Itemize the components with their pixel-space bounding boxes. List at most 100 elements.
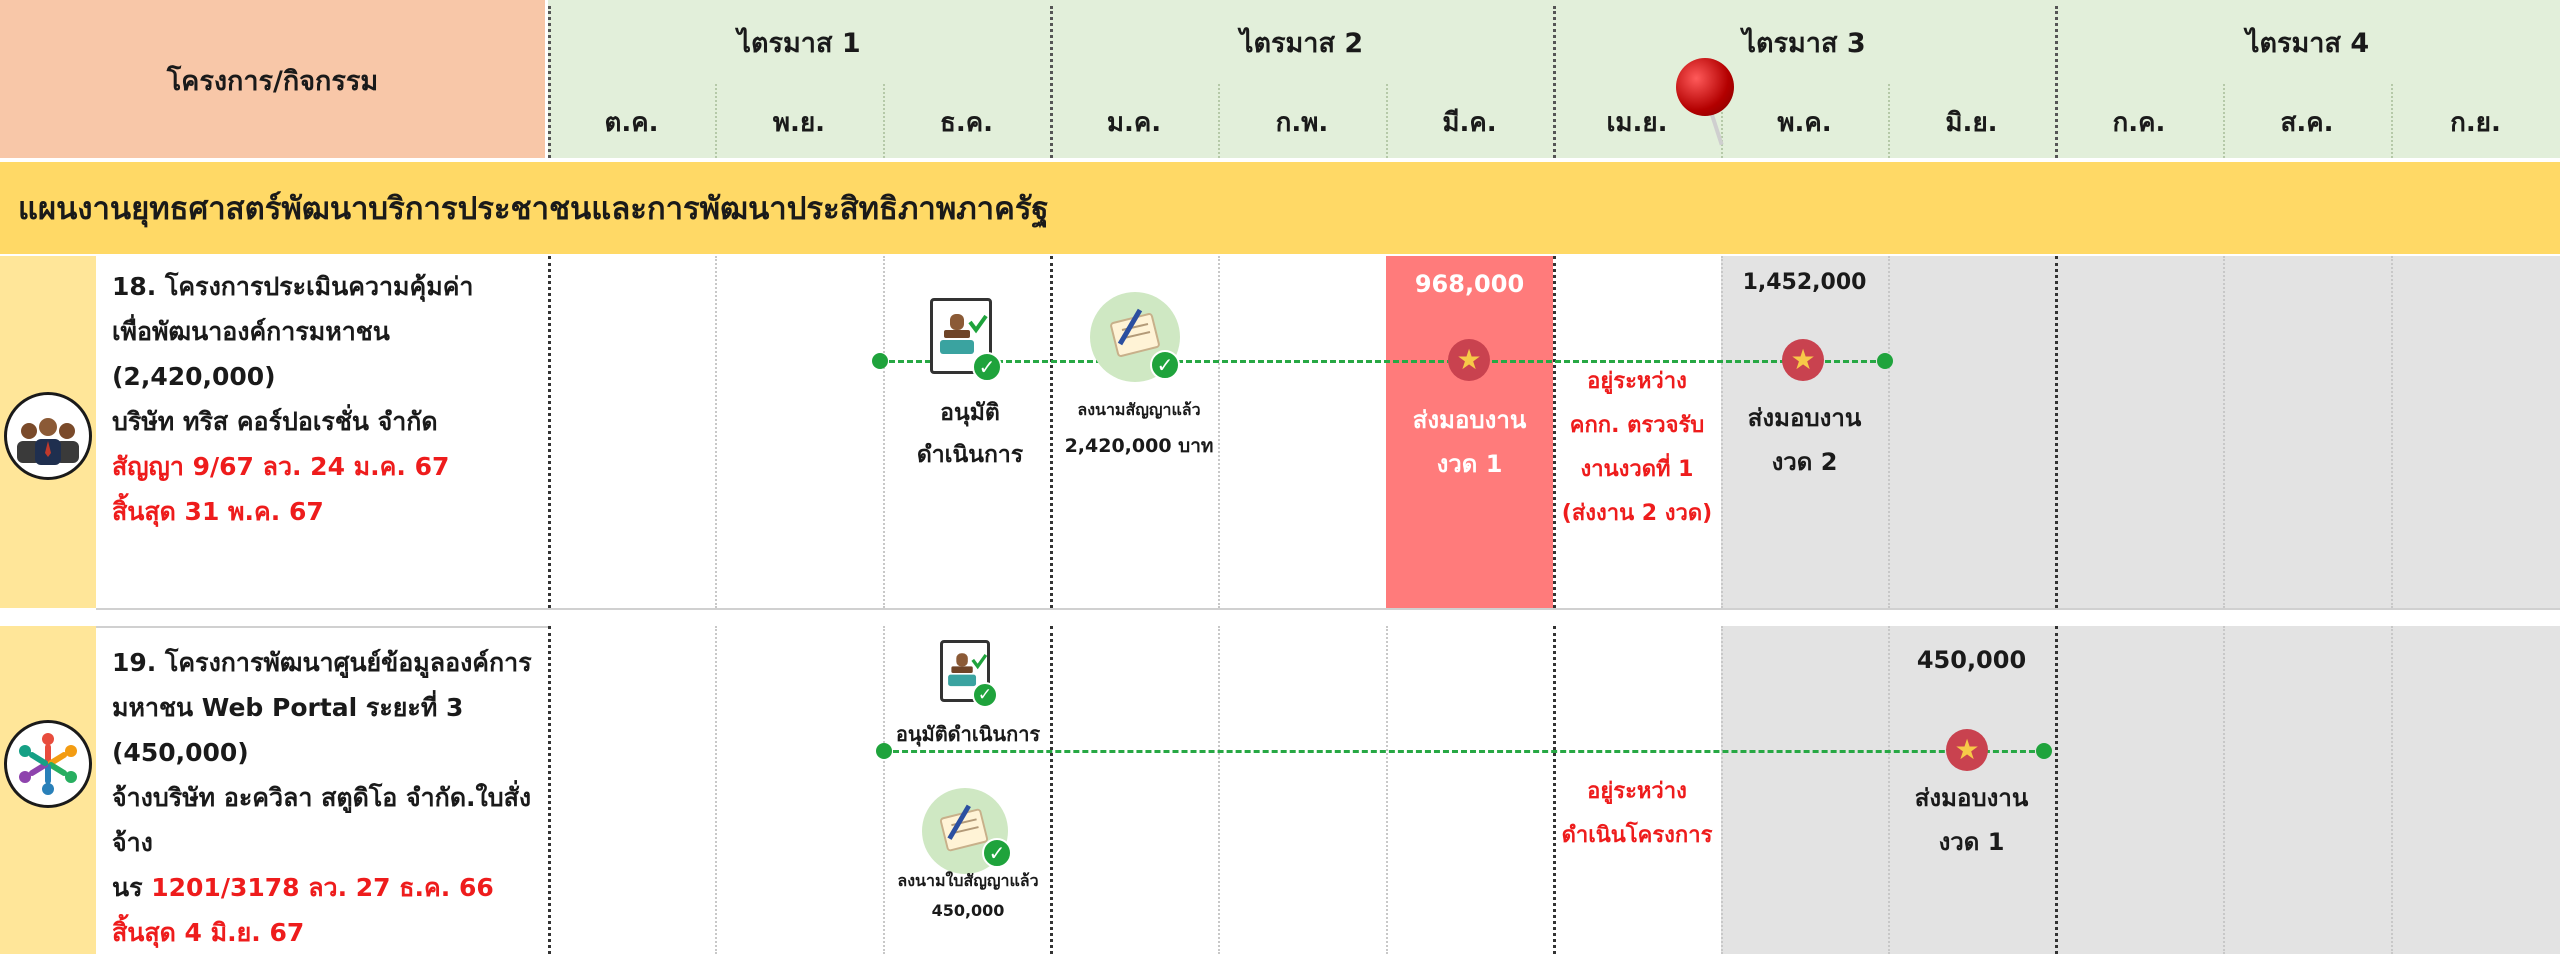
status-text: คกก. ตรวจรับ	[1569, 413, 1705, 438]
row-separator	[96, 626, 548, 628]
row-separator	[96, 608, 2560, 610]
header-divider	[1888, 84, 1890, 158]
header-divider	[1218, 84, 1220, 158]
month-nov-header: พ.ย.	[715, 84, 883, 160]
timeline-end-dot	[1877, 353, 1893, 369]
business-people-icon	[4, 392, 92, 480]
project-18-status: อยู่ระหว่าง คกก. ตรวจรับ งานงวดที่ 1 (ส่…	[1553, 360, 1721, 536]
project-18-deliver-1: ส่งมอบงาน งวด 1	[1386, 398, 1553, 486]
deliver-text: ส่งมอบงาน	[1914, 784, 2029, 812]
project-19-deliver-1: ส่งมอบงาน งวด 1	[1888, 776, 2055, 864]
grid-line	[548, 256, 551, 608]
grid-line	[1050, 256, 1053, 608]
signed-amount: 2,420,000 บาท	[1064, 435, 1214, 457]
grid-line	[1218, 256, 1220, 608]
star-icon: ★	[1448, 339, 1490, 381]
header-divider	[1553, 6, 1556, 158]
project-19-signed-label: ลงนามใบสัญญาแล้ว 450,000	[883, 866, 1053, 926]
project-19-status: อยู่ระหว่าง ดำเนินโครงการ	[1553, 770, 1721, 858]
grid-line	[1721, 626, 1723, 954]
deliver-text: งวด 2	[1771, 448, 1838, 476]
quarter-1-header: ไตรมาส 1	[548, 0, 1050, 84]
month-feb-header: ก.พ.	[1218, 84, 1386, 160]
grid-line	[2223, 256, 2225, 608]
status-text: อยู่ระหว่าง	[1587, 369, 1687, 394]
project-18-amount-march: 968,000	[1414, 270, 1525, 298]
grid-line	[2223, 626, 2225, 954]
project-18-details: 18. โครงการประเมินความคุ้มค่า เพื่อพัฒนา…	[112, 264, 542, 534]
project-19-contractor: จ้างบริษัท อะควิลา สตูดิโอ จำกัด.ใบสั่งจ…	[112, 783, 532, 857]
header-divider	[2391, 84, 2393, 158]
status-text: อยู่ระหว่าง	[1587, 779, 1687, 804]
header-divider	[2055, 6, 2058, 158]
project-19-end-date: สิ้นสุด 4 มิ.ย. 67	[112, 918, 305, 947]
grid-line	[548, 626, 551, 954]
project-19-title-cont: มหาชน Web Portal ระยะที่ 3	[112, 693, 464, 722]
star-icon: ★	[1946, 729, 1988, 771]
month-oct-header: ต.ค.	[548, 84, 715, 160]
deliver-text: งวด 1	[1938, 828, 2005, 856]
team-people-icon	[4, 720, 92, 808]
order-prefix: นร	[112, 873, 152, 902]
approved-document-icon: ✓	[936, 638, 1002, 710]
project-18-approve-label: อนุมัติ ดำเนินการ	[900, 392, 1040, 476]
header-divider	[883, 84, 885, 158]
grid-line	[715, 256, 717, 608]
month-jun-header: มิ.ย.	[1888, 84, 2055, 160]
project-18-contractor: บริษัท ทริส คอร์ปอเรชั่น จำกัด	[112, 407, 438, 436]
deliver-text: ส่งมอบงาน	[1412, 406, 1527, 434]
header-divider	[548, 6, 551, 158]
month-aug-header: ส.ค.	[2223, 84, 2391, 160]
header-divider	[2223, 84, 2225, 158]
project-column-header: โครงการ/กิจกรรม	[0, 0, 548, 160]
signed-text: ลงนามสัญญาแล้ว	[1077, 400, 1201, 419]
future-months-shade	[1721, 626, 2560, 954]
grid-line	[2391, 626, 2393, 954]
project-18-end-date: สิ้นสุด 31 พ.ค. 67	[112, 497, 324, 526]
grid-line	[1888, 256, 1890, 608]
month-mar-header: มี.ค.	[1386, 84, 1553, 160]
order-number: 1201/3178 ลว. 27 ธ.ค. 66	[151, 873, 494, 902]
signed-text: ลงนามใบสัญญาแล้ว	[897, 871, 1039, 890]
month-jan-header: ม.ค.	[1050, 84, 1218, 160]
approve-text: ดำเนินการ	[916, 442, 1024, 468]
month-may-header: พ.ค.	[1721, 84, 1888, 160]
project-19-order: นร 1201/3178 ลว. 27 ธ.ค. 66	[112, 865, 542, 910]
star-icon: ★	[1782, 339, 1824, 381]
status-text: งานงวดที่ 1	[1580, 457, 1694, 482]
month-sep-header: ก.ย.	[2391, 84, 2560, 160]
project-19-title: 19. โครงการพัฒนาศูนย์ข้อมูลองค์การ	[112, 648, 532, 677]
header-divider	[715, 84, 717, 158]
approve-text: อนุมัติ	[940, 400, 1000, 426]
map-pin-icon	[1676, 58, 1734, 116]
timeline-end-dot	[2036, 743, 2052, 759]
approved-document-icon: ✓	[926, 296, 1006, 382]
month-dec-header: ธ.ค.	[883, 84, 1050, 160]
grid-line	[2055, 626, 2058, 954]
project-18-timeline	[880, 360, 1885, 363]
grid-line	[883, 256, 885, 608]
grid-line	[715, 626, 717, 954]
project-19-budget: (450,000)	[112, 738, 249, 767]
project-18-amount-may: 1,452,000	[1742, 270, 1867, 295]
status-text: (ส่งงาน 2 งวด)	[1561, 501, 1713, 526]
project-18-title: 18. โครงการประเมินความคุ้มค่า	[112, 272, 474, 301]
project-18-contract: สัญญา 9/67 ลว. 24 ม.ค. 67	[112, 452, 450, 481]
deliver-text: ส่งมอบงาน	[1747, 404, 1862, 432]
quarter-4-header: ไตรมาส 4	[2055, 0, 2560, 84]
status-text: ดำเนินโครงการ	[1561, 823, 1713, 848]
project-19-amount-june: 450,000	[1916, 646, 2027, 674]
project-19-timeline	[884, 750, 2044, 753]
project-18-signed-label: ลงนามสัญญาแล้ว 2,420,000 บาท	[1064, 392, 1214, 464]
month-jul-header: ก.ค.	[2055, 84, 2223, 160]
grid-line	[2391, 256, 2393, 608]
grid-line	[1218, 626, 1220, 954]
header-divider	[1050, 6, 1053, 158]
quarter-2-header: ไตรมาส 2	[1050, 0, 1553, 84]
project-18-deliver-2: ส่งมอบงาน งวด 2	[1721, 396, 1888, 484]
deliver-text: งวด 1	[1436, 450, 1503, 478]
plan-title: แผนงานยุทธศาสตร์พัฒนาบริการประชาชนและการ…	[0, 162, 2560, 254]
signed-amount: 450,000	[931, 901, 1005, 920]
grid-line	[2055, 256, 2058, 608]
project-19-approve-label: อนุมัติดำเนินการ	[895, 722, 1041, 746]
